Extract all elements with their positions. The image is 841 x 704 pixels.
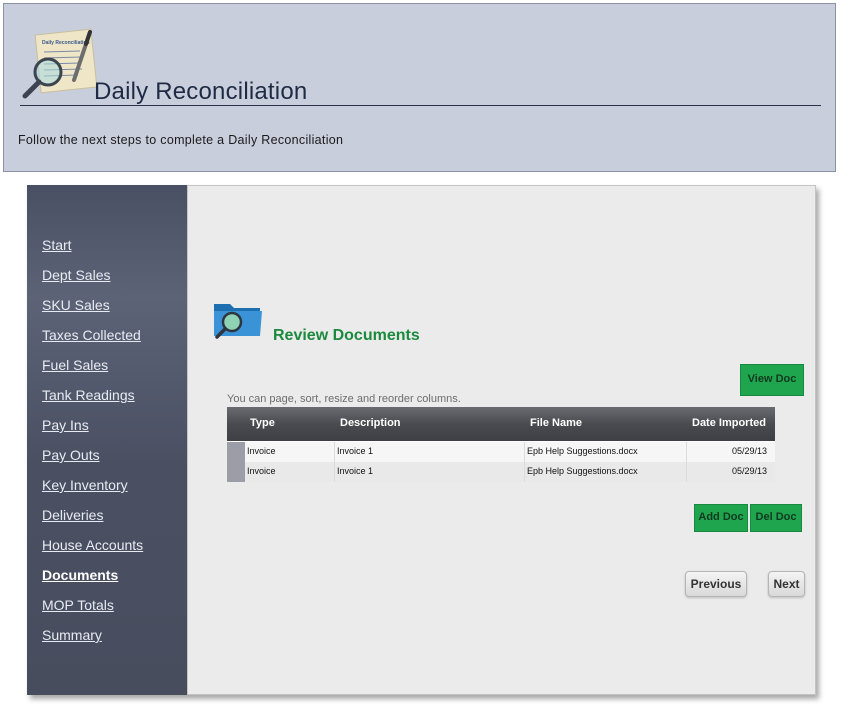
column-header-file-name[interactable]: File Name: [530, 417, 582, 429]
cell-date-imported: 05/29/13: [731, 446, 767, 456]
sidebar-item-pay-outs[interactable]: Pay Outs: [42, 447, 100, 463]
title-divider: [20, 105, 821, 106]
table-row[interactable]: Invoice Invoice 1 Epb Help Suggestions.d…: [227, 442, 775, 462]
sidebar-item-mop-totals[interactable]: MOP Totals: [42, 597, 114, 613]
sidebar-item-fuel-sales[interactable]: Fuel Sales: [42, 357, 108, 373]
sidebar-item-summary[interactable]: Summary: [42, 627, 102, 643]
previous-button[interactable]: Previous: [685, 571, 747, 597]
sidebar-item-house-accounts[interactable]: House Accounts: [42, 537, 143, 553]
sidebar-item-sku-sales[interactable]: SKU Sales: [42, 297, 110, 313]
grid-hint: You can page, sort, resize and reorder c…: [227, 393, 461, 405]
sidebar-item-key-inventory[interactable]: Key Inventory: [42, 477, 128, 493]
column-header-type[interactable]: Type: [250, 417, 275, 429]
page-header: Daily Reconciliation Daily Reconciliatio…: [3, 3, 836, 172]
view-doc-button[interactable]: View Doc: [740, 364, 804, 396]
folder-search-icon: [214, 304, 262, 339]
sidebar: Start Dept Sales SKU Sales Taxes Collect…: [27, 185, 187, 695]
logo-text: Daily Reconciliation: [42, 40, 90, 46]
sidebar-item-taxes-collected[interactable]: Taxes Collected: [42, 327, 141, 343]
cell-description: Invoice 1: [335, 442, 525, 462]
del-doc-button[interactable]: Del Doc: [750, 504, 802, 532]
sidebar-item-deliveries[interactable]: Deliveries: [42, 507, 103, 523]
documents-grid: Type Description File Name Date Imported…: [227, 407, 775, 482]
cell-description: Invoice 1: [335, 462, 525, 482]
sidebar-item-start[interactable]: Start: [42, 237, 72, 253]
table-row[interactable]: Invoice Invoice 1 Epb Help Suggestions.d…: [227, 462, 775, 482]
sidebar-item-dept-sales[interactable]: Dept Sales: [42, 267, 110, 283]
section-title: Review Documents: [273, 327, 420, 344]
cell-file-name: Epb Help Suggestions.docx: [525, 462, 687, 482]
cell-file-name: Epb Help Suggestions.docx: [525, 442, 687, 462]
column-header-date-imported[interactable]: Date Imported: [692, 417, 766, 429]
sidebar-item-documents[interactable]: Documents: [42, 567, 118, 583]
magnifier-document-icon: Daily Reconciliation: [22, 28, 98, 99]
page-subtitle: Follow the next steps to complete a Dail…: [18, 133, 344, 147]
row-selector[interactable]: [227, 442, 245, 462]
sidebar-item-tank-readings[interactable]: Tank Readings: [42, 387, 135, 403]
add-doc-button[interactable]: Add Doc: [694, 504, 748, 532]
cell-type: Invoice: [245, 442, 335, 462]
column-header-description[interactable]: Description: [340, 417, 401, 429]
main-content: Review Documents View Doc You can page, …: [187, 185, 816, 695]
grid-header: Type Description File Name Date Imported: [227, 407, 775, 441]
next-button[interactable]: Next: [768, 571, 805, 597]
page-title: Daily Reconciliation: [94, 78, 308, 105]
wizard-panel: Start Dept Sales SKU Sales Taxes Collect…: [27, 185, 816, 695]
cell-date-imported: 05/29/13: [731, 466, 767, 476]
row-selector[interactable]: [227, 462, 245, 482]
sidebar-item-pay-ins[interactable]: Pay Ins: [42, 417, 89, 433]
cell-type: Invoice: [245, 462, 335, 482]
